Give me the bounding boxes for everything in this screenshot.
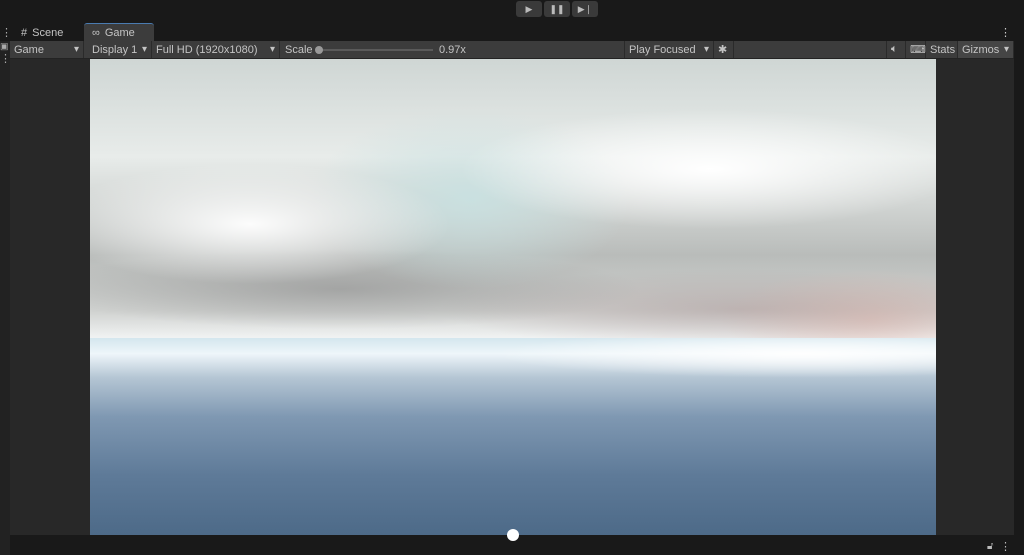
gizmos-button[interactable]: Gizmos — [958, 41, 1014, 58]
lock-icon[interactable]: 🔓︎ — [987, 541, 993, 552]
play-mode-select[interactable]: Play Focused — [624, 41, 714, 58]
keyboard-icon[interactable]: ⌨︎ — [906, 41, 926, 58]
gizmos-label: Gizmos — [962, 43, 1000, 56]
stats-label: Stats — [930, 43, 956, 56]
scale-slider[interactable] — [315, 46, 433, 54]
tab-label: Scene — [32, 26, 64, 39]
maximize-icon[interactable]: ▣ — [0, 41, 10, 52]
view-select-label: Game — [14, 43, 44, 56]
scale-slider-knob[interactable] — [315, 46, 323, 54]
bottom-menu-icon[interactable]: ⋮ — [1000, 540, 1011, 553]
tab-label: Game — [104, 27, 135, 39]
play-button[interactable]: ▶ — [516, 1, 542, 17]
sky-clouds — [90, 59, 936, 339]
playback-controls: ▶ ❚❚ ▶❘ — [516, 1, 598, 17]
game-toolbar: Game Display 1 Full HD (1920x1080) Scale… — [10, 41, 1014, 59]
gamepad-icon: ∞ — [92, 27, 100, 39]
stats-button[interactable]: Stats — [926, 41, 958, 58]
panel-menu-icon[interactable]: ⋮ — [1, 26, 12, 39]
scale-label: Scale — [285, 43, 313, 56]
audio-icon[interactable]: 🔈︎ — [886, 41, 906, 58]
scale-control: Scale 0.97x — [281, 41, 624, 58]
display-select[interactable]: Display 1 — [88, 41, 152, 58]
resolution-label: Full HD (1920x1080) — [156, 43, 258, 56]
more-options-icon[interactable]: ⋮ — [1000, 26, 1011, 39]
left-strip: ▣ ⋮ — [0, 41, 11, 555]
scale-value: 0.97x — [439, 43, 466, 56]
game-object-marker — [507, 529, 519, 541]
letterbox-right — [936, 59, 1014, 535]
sun-glare — [490, 338, 936, 378]
step-button[interactable]: ▶❘ — [572, 1, 598, 17]
bug-icon[interactable]: ✱ — [714, 41, 734, 58]
menu-icon[interactable]: ⋮ — [0, 52, 11, 65]
pause-button[interactable]: ❚❚ — [544, 1, 570, 17]
tab-scene[interactable]: # Scene — [13, 23, 71, 42]
view-select[interactable]: Game — [10, 41, 84, 58]
tab-game[interactable]: ∞ Game — [84, 23, 154, 42]
grid-icon: # — [21, 26, 28, 39]
play-mode-label: Play Focused — [629, 43, 696, 56]
display-label: Display 1 — [92, 43, 138, 56]
resolution-select[interactable]: Full HD (1920x1080) — [152, 41, 280, 58]
game-viewport[interactable] — [90, 59, 936, 535]
letterbox-left — [10, 59, 90, 535]
